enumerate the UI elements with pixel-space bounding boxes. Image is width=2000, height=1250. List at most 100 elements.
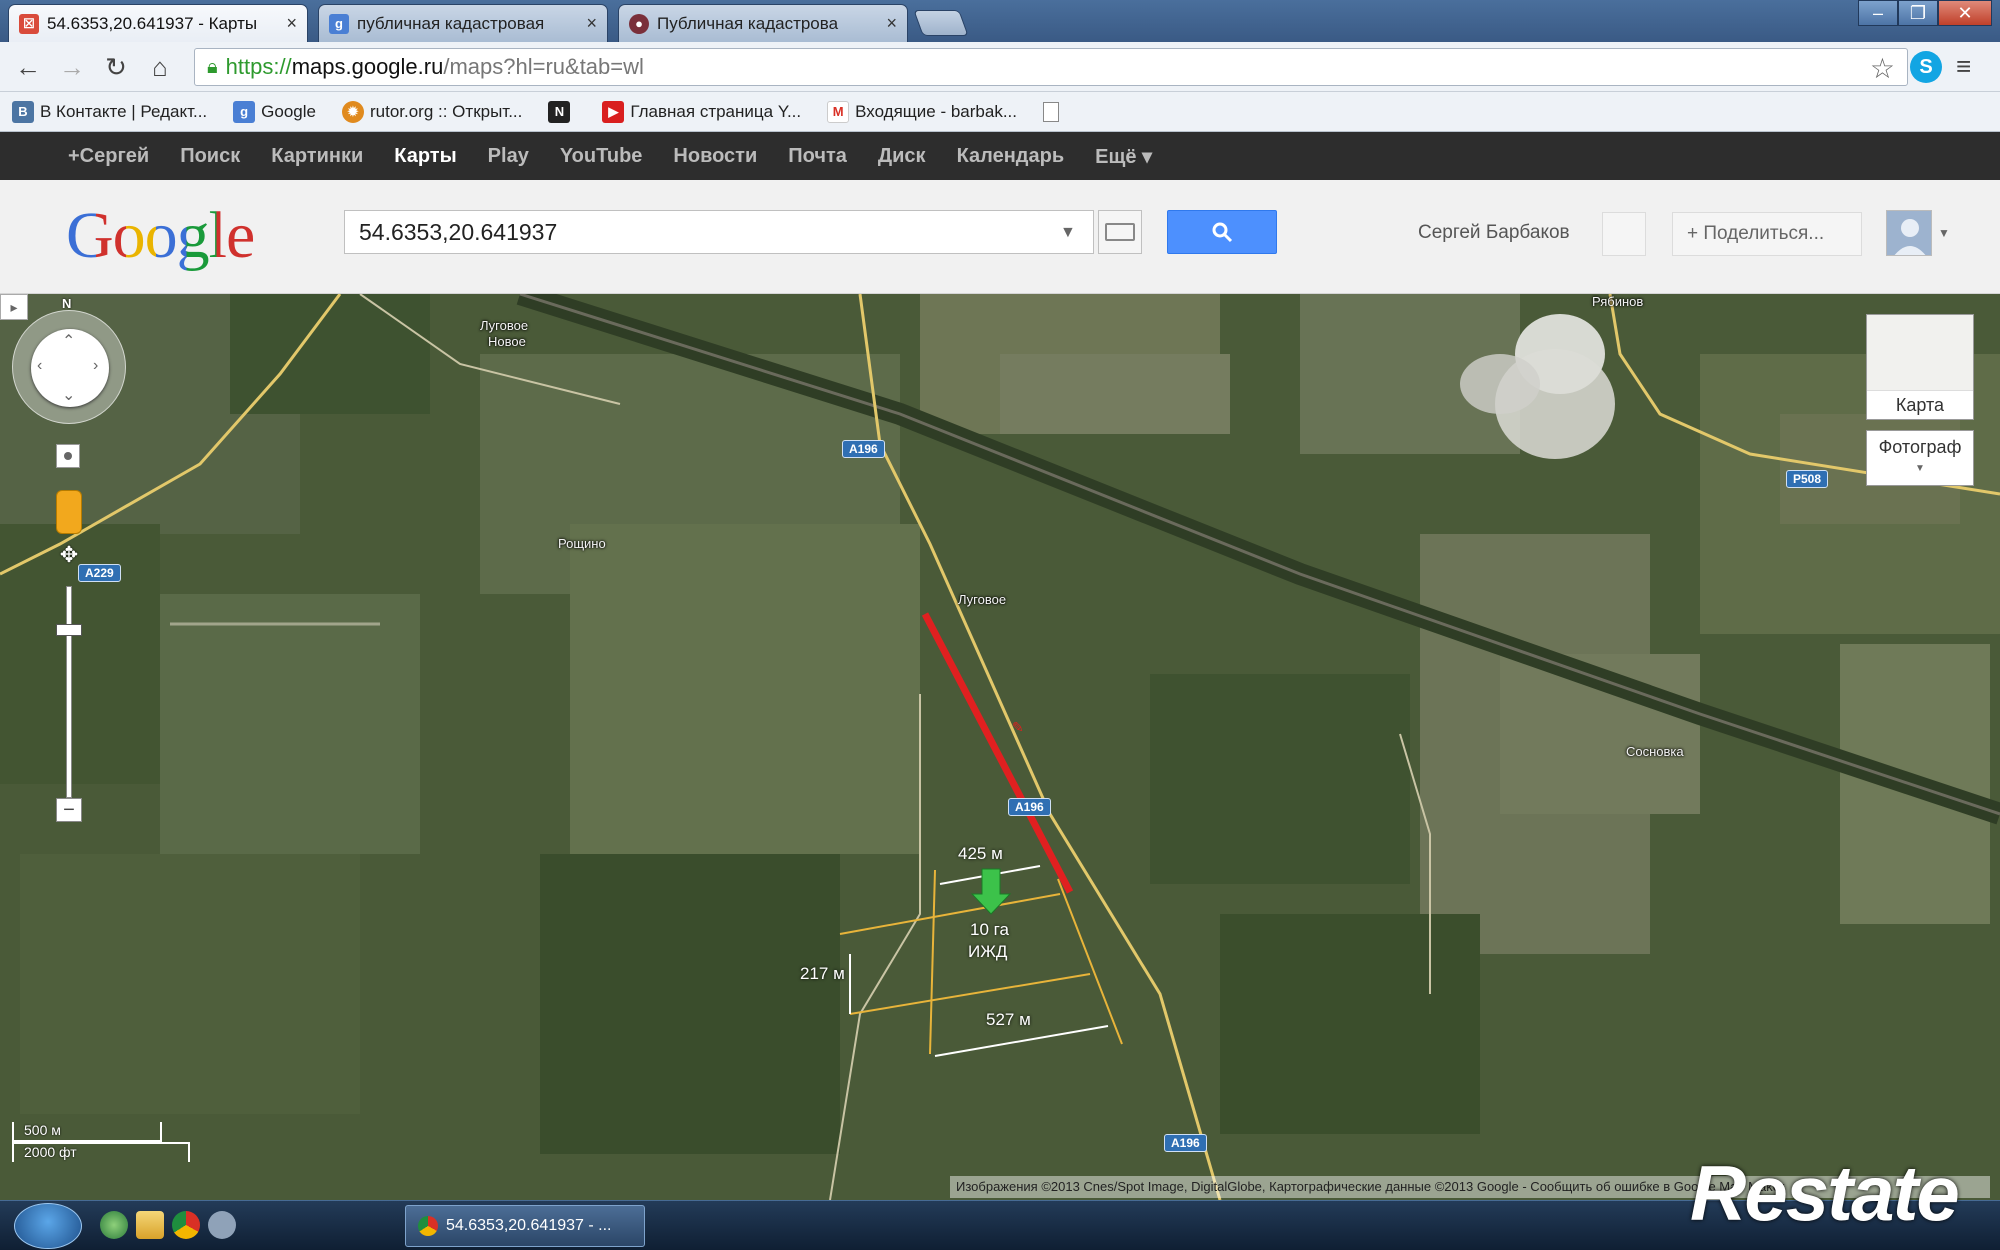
gnav-images[interactable]: Картинки <box>271 145 363 168</box>
search-dropdown-icon[interactable]: ▼ <box>1060 224 1076 242</box>
tab-label: Публичная кадастрова <box>657 13 839 33</box>
pan-control[interactable]: ⌃ ⌄ ‹ › <box>12 310 126 424</box>
map-thumbnail <box>1867 315 1973 391</box>
maximize-button[interactable]: ❐ <box>1898 0 1938 26</box>
reset-view-button[interactable] <box>56 444 80 468</box>
bookmarks-bar: B В Контакте | Редакт... g Google ✹ ruto… <box>0 92 2000 132</box>
notifications-button[interactable] <box>1602 212 1646 256</box>
bookmark-blank[interactable]: N <box>548 100 576 123</box>
pan-down-icon[interactable]: ⌄ <box>62 385 75 405</box>
back-arrow-icon[interactable]: ← <box>12 51 44 83</box>
gnav-play[interactable]: Play <box>488 145 529 168</box>
new-tab-button[interactable] <box>913 10 969 36</box>
map-type-map-button[interactable]: Карта <box>1866 314 1974 420</box>
plot-purpose-label: ИЖД <box>968 942 1008 961</box>
tab-cadastral-2[interactable]: ● Публичная кадастрова × <box>618 4 908 42</box>
satellite-imagery: ✎ <box>0 294 2000 1200</box>
gnav-search[interactable]: Поиск <box>180 145 240 168</box>
search-value: 54.6353,20.641937 <box>359 218 558 245</box>
media-player-icon[interactable] <box>100 1211 128 1239</box>
bookmark-rutor[interactable]: ✹ rutor.org :: Открыт... <box>341 100 522 123</box>
satellite-map[interactable]: ✎ ▸ Луговое Новое Рощино Луговое Сосновк… <box>0 294 2000 1200</box>
place-label: Сосновка <box>1626 744 1684 759</box>
gnav-news[interactable]: Новости <box>673 145 757 168</box>
road-shield: A196 <box>1164 1134 1207 1152</box>
folder-icon[interactable] <box>136 1211 164 1239</box>
collapse-panel-icon[interactable]: ▸ <box>0 294 28 320</box>
taskbar-chrome-window[interactable]: 54.6353,20.641937 - ... <box>405 1205 645 1247</box>
bookmark-page[interactable] <box>1043 101 1059 122</box>
browser-toolbar: ← → ↻ ⌂ 🔒︎ https:// maps.google.ru /maps… <box>0 42 2000 92</box>
tab-close-icon[interactable]: × <box>886 13 897 34</box>
pan-right-icon[interactable]: › <box>93 357 98 375</box>
gnav-profile[interactable]: +Сергей <box>68 145 149 168</box>
app-taskbar-icon[interactable] <box>208 1211 236 1239</box>
scale-metric-label: 500 м <box>24 1122 61 1138</box>
chrome-taskbar-icon[interactable] <box>172 1211 200 1239</box>
tab-close-icon[interactable]: × <box>586 13 597 34</box>
compass-north-label: N <box>62 296 72 311</box>
url-host: maps.google.ru <box>291 54 444 79</box>
home-icon[interactable]: ⌂ <box>144 51 176 83</box>
page-icon <box>1043 101 1059 122</box>
place-label: Рябинов <box>1592 294 1644 309</box>
forward-arrow-icon[interactable]: → <box>56 51 88 83</box>
bookmark-star-icon[interactable]: ☆ <box>1870 52 1895 85</box>
user-name[interactable]: Сергей Барбаков <box>1418 222 1570 244</box>
pan-control-center[interactable]: ⌃ ⌄ ‹ › <box>31 329 109 407</box>
close-window-button[interactable]: ✕ <box>1938 0 1992 26</box>
plot-width-top-label: 425 м <box>958 844 1003 863</box>
scale-bar: 500 м 2000 фт <box>12 1122 192 1164</box>
gnav-mail[interactable]: Почта <box>788 145 847 168</box>
google-favicon-icon: g <box>329 13 349 34</box>
gnav-drive[interactable]: Диск <box>878 145 926 168</box>
place-label: Рощино <box>558 536 606 551</box>
browser-menu-icon[interactable]: ≡ <box>1956 51 1971 82</box>
bookmark-label: Входящие - barbak... <box>855 101 1017 121</box>
tab-google-maps[interactable]: ☒ 54.6353,20.641937 - Карты × <box>8 4 308 42</box>
minimize-button[interactable]: – <box>1858 0 1898 26</box>
zoom-slider-handle[interactable] <box>56 624 82 636</box>
zoom-slider-track[interactable] <box>66 586 72 798</box>
keyboard-icon[interactable] <box>1098 210 1142 254</box>
bookmark-label: Google <box>261 101 316 121</box>
tab-close-icon[interactable]: × <box>286 13 297 34</box>
share-button[interactable]: + Поделиться... <box>1672 212 1862 256</box>
vk-icon: B <box>12 100 34 123</box>
dot-icon <box>64 452 72 460</box>
pan-up-icon[interactable]: ⌃ <box>62 331 75 351</box>
skype-extension-icon[interactable]: S <box>1910 51 1942 83</box>
gnav-maps[interactable]: Карты <box>394 145 456 168</box>
gmail-icon: M <box>827 100 850 123</box>
search-icon <box>1212 222 1233 243</box>
tab-cadastral-1[interactable]: g публичная кадастровая × <box>318 4 608 42</box>
google-logo[interactable]: Google <box>66 198 255 274</box>
address-bar[interactable]: 🔒︎ https:// maps.google.ru /maps?hl=ru&t… <box>194 48 1908 86</box>
plot-area-label: 10 га <box>970 920 1009 939</box>
tab-label: 54.6353,20.641937 - Карты <box>47 13 258 33</box>
place-label: Луговое <box>958 592 1007 607</box>
maps-search-input[interactable]: 54.6353,20.641937 <box>344 210 1094 254</box>
gnav-youtube[interactable]: YouTube <box>560 145 643 168</box>
zoom-out-button[interactable]: − <box>56 798 82 822</box>
avatar[interactable] <box>1886 210 1932 256</box>
search-button[interactable] <box>1167 210 1277 254</box>
pan-left-icon[interactable]: ‹ <box>37 357 42 375</box>
reload-icon[interactable]: ↻ <box>100 51 132 83</box>
letter-n-icon: N <box>548 100 571 123</box>
gnav-calendar[interactable]: Календарь <box>957 145 1065 168</box>
scale-imperial-label: 2000 фт <box>24 1144 77 1160</box>
map-type-satellite-button[interactable]: Фотограф ▼ <box>1866 430 1974 486</box>
bookmark-vkontakte[interactable]: B В Контакте | Редакт... <box>12 100 207 123</box>
rotate-icon[interactable]: ✥ <box>56 542 82 568</box>
taskbar-window-label: 54.6353,20.641937 - ... <box>446 1217 612 1234</box>
gnav-more[interactable]: Ещё ▾ <box>1095 144 1152 169</box>
pegman-streetview-icon[interactable] <box>56 490 82 534</box>
bookmark-youtube[interactable]: ▶ Главная страница Y... <box>602 100 802 123</box>
bookmark-gmail[interactable]: M Входящие - barbak... <box>827 100 1017 123</box>
windows-start-button[interactable] <box>14 1203 82 1249</box>
bookmark-label: Главная страница Y... <box>630 101 802 121</box>
account-dropdown-icon[interactable]: ▼ <box>1938 226 1950 240</box>
map-type-label: Карта <box>1895 395 1945 415</box>
bookmark-google[interactable]: g Google <box>233 100 316 123</box>
